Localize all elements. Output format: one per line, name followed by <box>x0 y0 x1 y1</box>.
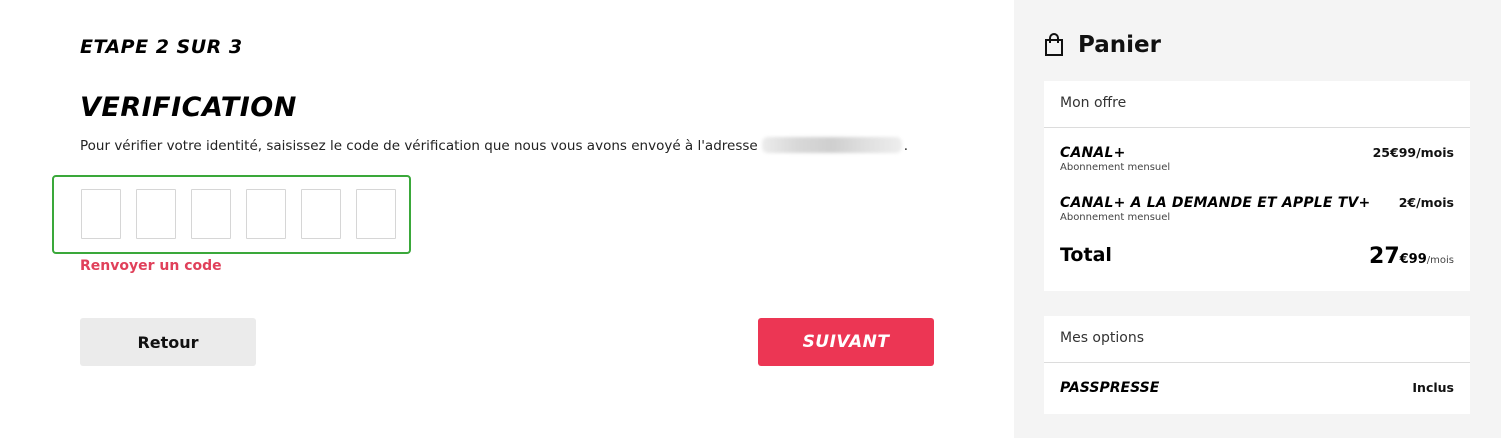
code-input-group <box>52 175 411 254</box>
total-whole: 27 <box>1369 244 1400 269</box>
code-digit-5[interactable] <box>301 189 341 239</box>
cart-line-item: CANAL+ A LA DEMANDE ET APPLE TV+ Abonnem… <box>1060 195 1454 223</box>
cart-line-item: CANAL+ Abonnement mensuel 25€99/mois <box>1060 145 1454 173</box>
cart-sidebar: Panier Mon offre CANAL+ Abonnement mensu… <box>1014 0 1501 438</box>
cart-title: Panier <box>1078 32 1161 58</box>
option-name: PASSPRESSE <box>1060 380 1160 396</box>
options-section-title: Mes options <box>1044 316 1470 363</box>
item-name: CANAL+ A LA DEMANDE ET APPLE TV+ <box>1060 195 1371 211</box>
page-title: VERIFICATION <box>80 92 297 123</box>
back-button[interactable]: Retour <box>80 318 256 366</box>
shopping-bag-icon <box>1045 33 1063 56</box>
item-price: 25€99/mois <box>1372 145 1454 160</box>
description-text: Pour vérifier votre identité, saisissez … <box>80 138 758 154</box>
offer-card: Mon offre CANAL+ Abonnement mensuel 25€9… <box>1044 81 1470 291</box>
item-subtitle: Abonnement mensuel <box>1060 162 1171 173</box>
total-cents: €99 <box>1399 252 1427 267</box>
step-indicator: ETAPE 2 SUR 3 <box>80 36 243 58</box>
total-label: Total <box>1060 244 1112 266</box>
option-price: Inclus <box>1412 380 1454 395</box>
code-digit-3[interactable] <box>191 189 231 239</box>
code-digit-4[interactable] <box>246 189 286 239</box>
total-unit: /mois <box>1426 255 1454 266</box>
verification-description: Pour vérifier votre identité, saisissez … <box>80 137 908 154</box>
total-price: 27€99/mois <box>1369 244 1454 269</box>
description-end: . <box>903 138 909 154</box>
options-card: Mes options PASSPRESSE Inclus <box>1044 316 1470 414</box>
resend-code-link[interactable]: Renvoyer un code <box>80 258 222 274</box>
item-subtitle: Abonnement mensuel <box>1060 212 1171 223</box>
redacted-email <box>761 137 902 153</box>
cart-header: Panier <box>1044 32 1161 58</box>
next-button[interactable]: SUIVANT <box>758 318 934 366</box>
offer-section-title: Mon offre <box>1044 81 1470 128</box>
checkout-main: ETAPE 2 SUR 3 VERIFICATION Pour vérifier… <box>0 0 1014 438</box>
code-digit-1[interactable] <box>81 189 121 239</box>
code-digit-2[interactable] <box>136 189 176 239</box>
item-price: 2€/mois <box>1398 195 1454 210</box>
code-digit-6[interactable] <box>356 189 396 239</box>
